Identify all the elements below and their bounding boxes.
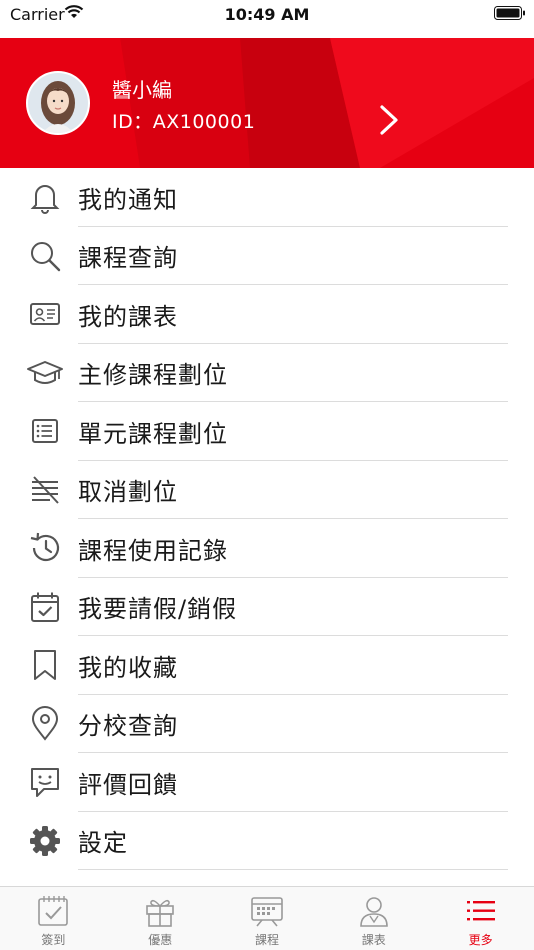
menu-item-label: 分校查詢	[78, 712, 178, 741]
menu-item-label: 評價回饋	[78, 770, 178, 799]
tab-bar: 簽到 優惠 課程 課表 更多	[0, 886, 534, 950]
tab-schedule[interactable]: 課表	[320, 887, 427, 950]
menu-item-label: 我的收藏	[78, 653, 178, 682]
divider	[78, 869, 508, 870]
tab-label: 課程	[254, 933, 279, 947]
feedback-icon	[26, 763, 64, 801]
menu-item-usage-history[interactable]: 課程使用記錄	[0, 519, 534, 578]
avatar[interactable]	[26, 71, 90, 135]
calendar-check-icon	[26, 588, 64, 626]
menu-item-settings[interactable]: 設定	[0, 812, 534, 870]
tab-label: 簽到	[41, 933, 66, 947]
menu-item-label: 設定	[78, 829, 128, 858]
tab-courses[interactable]: 課程	[214, 887, 321, 950]
bookmark-icon	[26, 646, 64, 684]
menu-item-label: 取消劃位	[78, 478, 178, 507]
clock: 10:49 AM	[224, 5, 310, 24]
more-menu-list: 我的通知 課程查詢 我的課表 主修課程劃位 單元課程劃位 取消劃位 課程使用記錄…	[0, 168, 534, 870]
status-bar: Carrier 10:49 AM	[0, 0, 534, 38]
menu-item-major-booking[interactable]: 主修課程劃位	[0, 344, 534, 402]
tab-more[interactable]: 更多	[427, 887, 534, 950]
menu-item-label: 我的課表	[78, 302, 178, 331]
menu-item-leave-request[interactable]: 我要請假/銷假	[0, 578, 534, 636]
checkin-icon	[35, 893, 71, 929]
menu-item-feedback[interactable]: 評價回饋	[0, 753, 534, 812]
menu-item-my-schedule[interactable]: 我的課表	[0, 285, 534, 344]
id-card-icon	[26, 295, 64, 333]
menu-item-label: 我的通知	[78, 185, 178, 214]
menu-item-label: 課程查詢	[78, 244, 178, 273]
profile-icon	[356, 893, 392, 929]
menu-item-favorites[interactable]: 我的收藏	[0, 636, 534, 695]
gear-icon	[26, 822, 64, 860]
battery-icon	[494, 6, 525, 20]
chevron-right-icon[interactable]	[374, 102, 404, 138]
history-icon	[26, 529, 64, 567]
menu-item-label: 我要請假/銷假	[78, 595, 238, 624]
menu-item-notifications[interactable]: 我的通知	[0, 168, 534, 227]
profile-header[interactable]: 醬小編 ID：AX100001	[0, 38, 534, 168]
gift-icon	[142, 893, 178, 929]
tab-label: 課表	[361, 933, 386, 947]
user-name: 醬小編	[112, 78, 172, 102]
menu-item-branch-search[interactable]: 分校查詢	[0, 695, 534, 753]
search-icon	[26, 237, 64, 275]
avatar-image	[28, 73, 88, 133]
list-icon	[26, 412, 64, 450]
tab-label: 優惠	[148, 933, 173, 947]
course-icon	[249, 893, 285, 929]
menu-item-course-search[interactable]: 課程查詢	[0, 227, 534, 285]
bell-icon	[26, 178, 64, 216]
menu-item-label: 課程使用記錄	[78, 536, 228, 565]
cancel-list-icon	[26, 471, 64, 509]
menu-item-label: 主修課程劃位	[78, 361, 228, 390]
more-menu-icon	[463, 893, 499, 929]
menu-item-cancel-booking[interactable]: 取消劃位	[0, 461, 534, 519]
menu-item-unit-booking[interactable]: 單元課程劃位	[0, 402, 534, 461]
user-id: ID：AX100001	[112, 111, 256, 133]
tab-checkin[interactable]: 簽到	[0, 887, 107, 950]
menu-item-label: 單元課程劃位	[78, 419, 228, 448]
tab-label: 更多	[468, 933, 493, 947]
tab-offers[interactable]: 優惠	[107, 887, 214, 950]
location-pin-icon	[26, 705, 64, 743]
graduation-cap-icon	[26, 354, 64, 392]
